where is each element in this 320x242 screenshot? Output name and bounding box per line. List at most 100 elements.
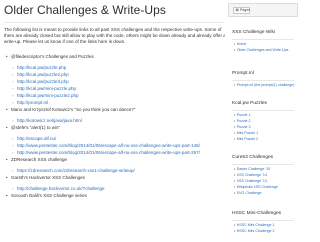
- bullet-icon: •: [6, 125, 8, 130]
- bullet-icon: •: [6, 107, 8, 112]
- list-subitem[interactable]: ◦ http://kcal.pw/mini-puzzle2.php: [12, 93, 225, 99]
- challenge-link[interactable]: http://kotowicz.net/java/java.html: [17, 118, 82, 123]
- sidebar-link-label: Mini Puzzle 2: [236, 137, 259, 141]
- sidebar-link[interactable]: • Wikipedia XSS Challenge: [234, 185, 278, 189]
- list-subitem[interactable]: ◦ https://zdresearch.com/zdresearch-xss1-…: [12, 168, 225, 174]
- bullet-icon: •: [234, 113, 236, 117]
- bullet-icon: •: [234, 42, 236, 46]
- sidebar-section-title: Kcal.pw Puzzles: [232, 101, 267, 106]
- sidebar-link[interactable]: • Older Challenges and Write-Ups: [234, 48, 288, 52]
- list-item-label: Mario and Krzysztof Kotowicz's "So you t…: [11, 107, 136, 112]
- sidebar-link[interactable]: • HSSC Mini Challenge 1: [234, 223, 275, 227]
- sidebar-link-label: Mini Puzzle 1: [236, 131, 259, 135]
- sidebar-link[interactable]: • Puzzle 3: [234, 125, 251, 129]
- sidebar-link[interactable]: • XSS Challenge '14: [234, 173, 267, 177]
- list-item: • @filedescriptor's Challenges and Puzzle…: [4, 54, 225, 60]
- bullet-icon: •: [234, 179, 236, 183]
- bullet-icon: •: [234, 229, 236, 233]
- bullet-icon: •: [6, 175, 8, 180]
- list-item-label: Soroush Dalili's XSS Challenge series: [11, 193, 87, 198]
- list-subitem[interactable]: ◦ http://kcal.pw/puzzle2.php: [12, 72, 225, 78]
- challenge-link[interactable]: http://prompt.ml: [17, 100, 48, 105]
- sidebar-link[interactable]: • Puzzle 2: [234, 119, 251, 123]
- sidebar-link[interactable]: • Prompt.ml (the prompt(1) challenge): [234, 83, 295, 87]
- pages-label: Pages: [239, 8, 251, 12]
- page-title: Older Challenges & Write-Ups: [4, 3, 166, 17]
- sidebar-link-label: XSS Challenge '14: [236, 173, 267, 177]
- bullet-icon: •: [234, 185, 236, 189]
- list-item: • Gareth's Hackvertor XSS Challenges: [4, 175, 225, 181]
- challenge-link[interactable]: http://www.pentester.com/blog/2014/01/06…: [17, 143, 200, 148]
- list-item: • ZDResearch XSS challenge: [4, 157, 225, 163]
- list-subitem[interactable]: ◦ http://kotowicz.net/java/java.html: [12, 118, 225, 124]
- sidebar-link-label: Puzzle 3: [236, 125, 251, 129]
- challenge-link[interactable]: http://kcal.pw/mini-puzzle2.php: [17, 93, 79, 98]
- sidebar-section-title: Prompt.ml: [232, 71, 254, 76]
- sidebar: ▤ Pages XSS Challenge Wiki • Home • Older Ch…: [228, 3, 298, 242]
- sidebar-divider: [232, 220, 294, 221]
- sidebar-link[interactable]: • SVG Challenge: [234, 191, 262, 195]
- sidebar-link[interactable]: • Mini Puzzle 2: [234, 137, 258, 141]
- sidebar-link-label: Prompt.ml (the prompt(1) challenge): [236, 83, 295, 87]
- bullet-icon: •: [234, 167, 236, 171]
- list-item-label: @filedescriptor's Challenges and Puzzles: [11, 54, 94, 59]
- bullet-icon: •: [6, 193, 8, 198]
- sidebar-link-label: HSSC Mini Challenge 1: [236, 223, 275, 227]
- sidebar-link[interactable]: • Home: [234, 42, 246, 46]
- list-item: • @stefe's "alert(1) to win": [4, 125, 225, 131]
- sidebar-link[interactable]: • Easter Challenge '15: [234, 167, 270, 171]
- list-subitem[interactable]: ◦ http://kcal.pw/puzzle.php: [12, 65, 225, 71]
- bullet-icon: •: [234, 131, 236, 135]
- list-subitem[interactable]: ◦ http://escape.alf.nu/: [12, 136, 225, 142]
- challenge-link[interactable]: http://www.pentester.com/blog/2014/01/06…: [17, 150, 200, 155]
- challenge-link[interactable]: http://escape.alf.nu/: [17, 136, 56, 141]
- list-subitem[interactable]: ◦ http://www.pentester.com/blog/2014/01/0…: [12, 150, 225, 156]
- sidebar-section-title: Cure53 Challenges: [232, 155, 274, 160]
- bullet-icon: •: [234, 223, 236, 227]
- challenge-link[interactable]: http://challenge.hackvertor.co.uk/?chall…: [17, 186, 105, 191]
- sidebar-link[interactable]: • HSSC Mini Challenge 2: [234, 229, 275, 233]
- bullet-icon: •: [234, 125, 236, 129]
- list-subitem[interactable]: ◦ http://kcal.pw/puzzle3.php: [12, 79, 225, 85]
- sidebar-divider: [232, 39, 294, 40]
- challenge-link[interactable]: https://zdresearch.com/zdresearch-xss1-c…: [17, 168, 135, 173]
- challenge-link[interactable]: http://kcal.pw/puzzle2.php: [17, 72, 69, 77]
- sidebar-link-label: SVG Challenge: [236, 191, 262, 195]
- sidebar-link-label: XSS Challenge '13: [236, 179, 267, 183]
- bullet-icon: •: [234, 119, 236, 123]
- list-subitem[interactable]: ◦ http://prompt.ml: [12, 100, 225, 106]
- bullet-icon: •: [234, 173, 236, 177]
- sidebar-section-title: XSS Challenge Wiki: [232, 30, 275, 35]
- challenge-link[interactable]: http://kcal.pw/puzzle.php: [17, 65, 66, 70]
- challenge-link[interactable]: http://kcal.pw/mini-puzzle.php: [17, 86, 76, 91]
- sidebar-link[interactable]: • Puzzle 1: [234, 113, 251, 117]
- sidebar-link[interactable]: • Mini Puzzle 1: [234, 131, 258, 135]
- list-subitem[interactable]: ◦ http://challenge.hackvertor.co.uk/?chal…: [12, 186, 225, 192]
- sidebar-divider: [232, 164, 294, 165]
- sidebar-section-title: HSSC Mini-Challenges: [232, 211, 282, 216]
- sidebar-link-label: Home: [236, 42, 247, 46]
- pages-button[interactable]: ▤ Pages: [233, 7, 250, 14]
- sidebar-link-label: Wikipedia XSS Challenge: [236, 185, 278, 189]
- bullet-icon: •: [6, 54, 8, 59]
- sidebar-link-label: HSSC Mini Challenge 2: [236, 229, 275, 233]
- bullet-icon: •: [234, 48, 236, 52]
- sidebar-divider: [232, 110, 294, 111]
- sidebar-divider: [232, 80, 294, 81]
- bullet-icon: •: [234, 191, 236, 195]
- sidebar-link[interactable]: • XSS Challenge '13: [234, 179, 267, 183]
- list-item: • Soroush Dalili's XSS Challenge series: [4, 193, 225, 199]
- main-content: Older Challenges & Write-Ups The followi…: [4, 0, 225, 242]
- bullet-icon: •: [234, 137, 236, 141]
- sidebar-link-label: Easter Challenge '15: [236, 167, 271, 171]
- challenge-link[interactable]: http://kcal.pw/puzzle3.php: [17, 79, 69, 84]
- pages-icon: ▤: [235, 8, 239, 12]
- list-subitem[interactable]: ◦ http://kcal.pw/mini-puzzle.php: [12, 86, 225, 92]
- list-subitem[interactable]: ◦ http://www.pentester.com/blog/2014/01/0…: [12, 143, 225, 149]
- pages-header: ▤ Pages: [228, 3, 298, 17]
- list-item: • Mario and Krzysztof Kotowicz's "So you …: [4, 107, 225, 113]
- title-divider: [4, 22, 224, 23]
- intro-paragraph: The following list is meant to provide l…: [4, 27, 225, 45]
- bullet-icon: •: [6, 157, 8, 162]
- sidebar-link-label: Older Challenges and Write-Ups: [236, 48, 289, 52]
